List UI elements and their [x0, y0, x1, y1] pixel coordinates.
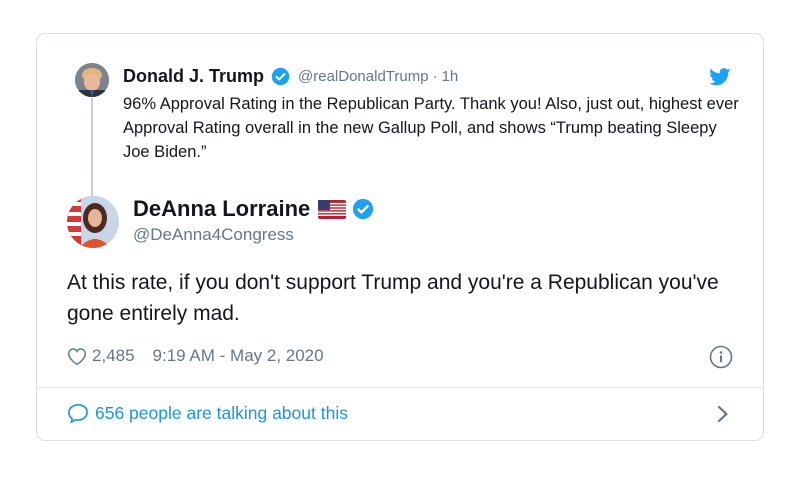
tweet-text: At this rate, if you don't support Trump… [67, 271, 719, 325]
heart-icon[interactable] [67, 347, 87, 366]
parent-tweet-time[interactable]: 1h [442, 68, 459, 85]
chevron-right-icon[interactable] [717, 405, 729, 423]
tweet-meta: 2,485 9:19 AM - May 2, 2020 [67, 346, 324, 366]
author-name[interactable]: DeAnna Lorraine [133, 196, 310, 222]
conversation-link[interactable]: 656 people are talking about this [67, 403, 348, 424]
tweet-embed-card: Donald J. Trump @realDonaldTrump · 1h 96… [36, 33, 764, 441]
author-avatar[interactable] [67, 196, 119, 248]
separator-dot: · [432, 68, 438, 85]
tweet-timestamp[interactable]: 9:19 AM - May 2, 2020 [153, 346, 324, 366]
parent-tweet-text: 96% Approval Rating in the Republican Pa… [123, 95, 739, 161]
conversation-count-text[interactable]: 656 people are talking about this [95, 403, 348, 424]
speech-bubble-icon [67, 403, 89, 424]
author-handle[interactable]: @DeAnna4Congress [133, 225, 294, 245]
verified-badge-icon [352, 198, 374, 220]
verified-badge-icon [271, 67, 290, 86]
parent-author-name[interactable]: Donald J. Trump [123, 66, 264, 87]
parent-author-handle[interactable]: @realDonaldTrump [298, 68, 429, 85]
info-icon[interactable] [709, 345, 733, 369]
parent-tweet-header: Donald J. Trump @realDonaldTrump · 1h [123, 66, 458, 87]
parent-author-avatar[interactable] [75, 63, 109, 97]
divider [37, 387, 763, 388]
us-flag-icon [318, 199, 347, 219]
tweet-header: DeAnna Lorraine [133, 196, 374, 222]
twitter-bird-icon[interactable] [709, 68, 731, 86]
like-count[interactable]: 2,485 [92, 346, 135, 366]
